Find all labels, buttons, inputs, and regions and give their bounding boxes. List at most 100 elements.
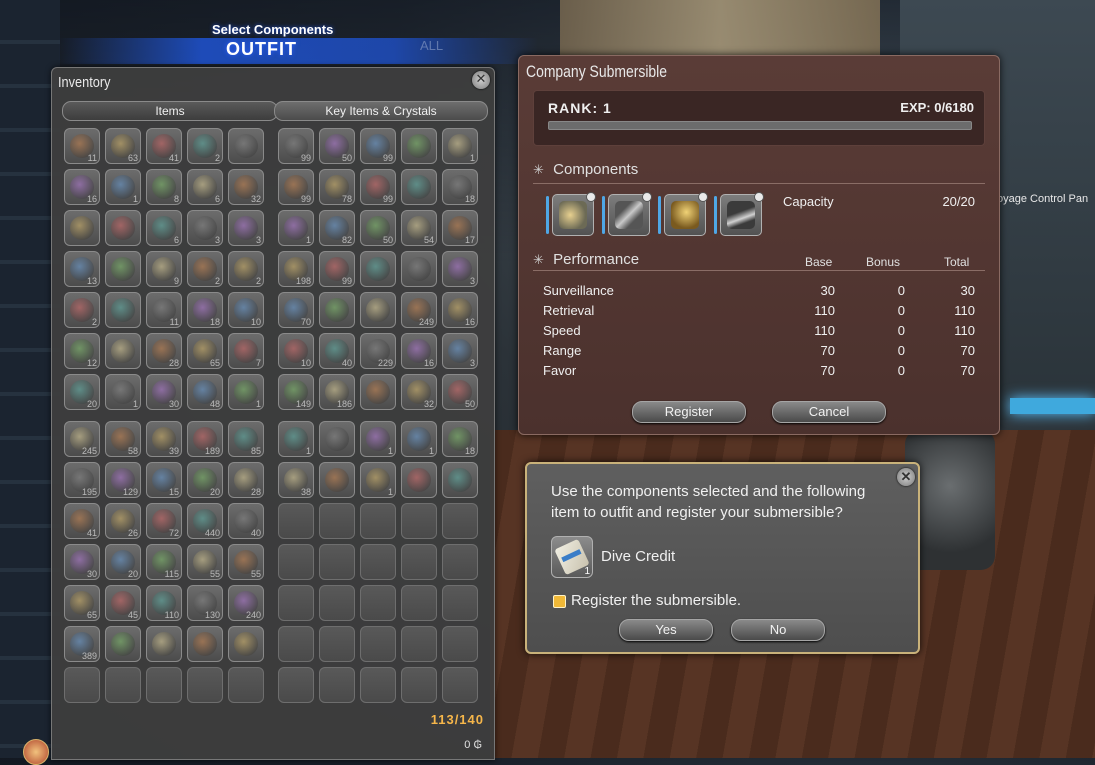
inventory-right-slot[interactable]: 149	[278, 374, 314, 410]
inventory-left-slot[interactable]	[228, 626, 264, 662]
inventory-left-slot[interactable]: 440	[187, 503, 223, 539]
inventory-left-slot[interactable]: 26	[105, 503, 141, 539]
inventory-left-slot[interactable]: 85	[228, 421, 264, 457]
cancel-button[interactable]: Cancel	[772, 401, 886, 423]
inventory-left-slot[interactable]: 189	[187, 421, 223, 457]
inventory-right-slot[interactable]	[401, 667, 437, 703]
inventory-right-slot[interactable]	[319, 626, 355, 662]
inventory-left-slot[interactable]: 20	[105, 544, 141, 580]
component-slot-bow[interactable]	[664, 192, 708, 236]
inventory-right-slot[interactable]: 186	[319, 374, 355, 410]
inventory-left-slot[interactable]	[105, 292, 141, 328]
inventory-right-slot[interactable]: 1	[360, 421, 396, 457]
inventory-left-slot[interactable]: 3	[187, 210, 223, 246]
inventory-right-slot[interactable]: 38	[278, 462, 314, 498]
inventory-right-slot[interactable]: 99	[278, 128, 314, 164]
inventory-left-slot[interactable]	[146, 626, 182, 662]
inventory-right-slot[interactable]: 32	[401, 374, 437, 410]
inventory-right-slot[interactable]: 99	[278, 169, 314, 205]
inventory-left-slot[interactable]	[105, 251, 141, 287]
yes-button[interactable]: Yes	[619, 619, 713, 641]
inventory-left-slot[interactable]: 13	[64, 251, 100, 287]
inventory-right-slot[interactable]	[442, 503, 478, 539]
inventory-right-slot[interactable]	[319, 503, 355, 539]
inventory-right-slot[interactable]: 10	[278, 333, 314, 369]
inventory-left-slot[interactable]: 20	[187, 462, 223, 498]
inventory-left-slot[interactable]: 8	[146, 169, 182, 205]
inventory-right-slot[interactable]	[401, 462, 437, 498]
inventory-left-slot[interactable]: 195	[64, 462, 100, 498]
inventory-left-slot[interactable]: 115	[146, 544, 182, 580]
inventory-left-slot[interactable]: 10	[228, 292, 264, 328]
inventory-right-slot[interactable]: 16	[401, 333, 437, 369]
dialog-close-icon[interactable]: ✕	[897, 468, 915, 486]
inventory-right-slot[interactable]	[278, 544, 314, 580]
inventory-right-slot[interactable]: 54	[401, 210, 437, 246]
inventory-right-slot[interactable]: 1	[401, 421, 437, 457]
tab-items[interactable]: Items	[62, 101, 278, 121]
inventory-left-slot[interactable]: 58	[105, 421, 141, 457]
inventory-right-slot[interactable]: 99	[360, 169, 396, 205]
inventory-right-slot[interactable]: 3	[442, 333, 478, 369]
inventory-right-slot[interactable]	[401, 585, 437, 621]
inventory-right-slot[interactable]	[401, 169, 437, 205]
inventory-left-slot[interactable]	[105, 626, 141, 662]
inventory-left-slot[interactable]	[228, 667, 264, 703]
inventory-left-slot[interactable]: 55	[187, 544, 223, 580]
inventory-left-slot[interactable]: 3	[228, 210, 264, 246]
inventory-left-slot[interactable]: 72	[146, 503, 182, 539]
inventory-left-slot[interactable]	[64, 210, 100, 246]
inventory-right-slot[interactable]: 1	[278, 210, 314, 246]
inventory-right-slot[interactable]: 1	[442, 128, 478, 164]
inventory-left-slot[interactable]: 129	[105, 462, 141, 498]
dialog-item-slot[interactable]: 1	[551, 536, 593, 578]
inventory-left-slot[interactable]: 2	[64, 292, 100, 328]
inventory-left-slot[interactable]: 20	[64, 374, 100, 410]
inventory-right-slot[interactable]	[319, 421, 355, 457]
inventory-left-slot[interactable]	[105, 210, 141, 246]
inventory-right-slot[interactable]	[442, 585, 478, 621]
inventory-left-slot[interactable]: 240	[228, 585, 264, 621]
inventory-left-slot[interactable]: 65	[64, 585, 100, 621]
inventory-left-slot[interactable]: 389	[64, 626, 100, 662]
inventory-right-slot[interactable]: 1	[360, 462, 396, 498]
inventory-right-slot[interactable]	[401, 503, 437, 539]
inventory-left-slot[interactable]: 15	[146, 462, 182, 498]
inventory-right-slot[interactable]	[278, 626, 314, 662]
inventory-right-slot[interactable]	[360, 292, 396, 328]
inventory-left-slot[interactable]: 1	[228, 374, 264, 410]
inventory-right-slot[interactable]: 249	[401, 292, 437, 328]
inventory-right-slot[interactable]: 78	[319, 169, 355, 205]
inventory-right-slot[interactable]	[401, 251, 437, 287]
inventory-right-slot[interactable]: 229	[360, 333, 396, 369]
inventory-right-slot[interactable]: 70	[278, 292, 314, 328]
inventory-left-slot[interactable]: 16	[64, 169, 100, 205]
inventory-right-slot[interactable]	[360, 374, 396, 410]
inventory-right-slot[interactable]: 16	[442, 292, 478, 328]
inventory-right-slot[interactable]	[442, 626, 478, 662]
inventory-close-icon[interactable]: ✕	[472, 71, 490, 89]
component-slot-stern[interactable]	[608, 192, 652, 236]
inventory-left-slot[interactable]: 30	[64, 544, 100, 580]
inventory-right-slot[interactable]	[319, 462, 355, 498]
inventory-left-slot[interactable]: 2	[228, 251, 264, 287]
inventory-left-slot[interactable]: 1	[105, 169, 141, 205]
inventory-right-slot[interactable]: 18	[442, 421, 478, 457]
inventory-left-slot[interactable]: 11	[146, 292, 182, 328]
inventory-right-slot[interactable]	[319, 544, 355, 580]
inventory-left-slot[interactable]: 30	[146, 374, 182, 410]
inventory-left-slot[interactable]: 11	[64, 128, 100, 164]
inventory-right-slot[interactable]: 50	[319, 128, 355, 164]
no-button[interactable]: No	[731, 619, 825, 641]
inventory-right-slot[interactable]	[360, 667, 396, 703]
inventory-left-slot[interactable]: 65	[187, 333, 223, 369]
inventory-left-slot[interactable]	[105, 333, 141, 369]
inventory-right-slot[interactable]: 50	[442, 374, 478, 410]
inventory-left-slot[interactable]: 32	[228, 169, 264, 205]
inventory-right-slot[interactable]	[278, 585, 314, 621]
inventory-right-slot[interactable]	[401, 626, 437, 662]
inventory-right-slot[interactable]: 99	[319, 251, 355, 287]
inventory-right-slot[interactable]	[360, 503, 396, 539]
inventory-left-slot[interactable]: 245	[64, 421, 100, 457]
inventory-right-slot[interactable]	[360, 585, 396, 621]
